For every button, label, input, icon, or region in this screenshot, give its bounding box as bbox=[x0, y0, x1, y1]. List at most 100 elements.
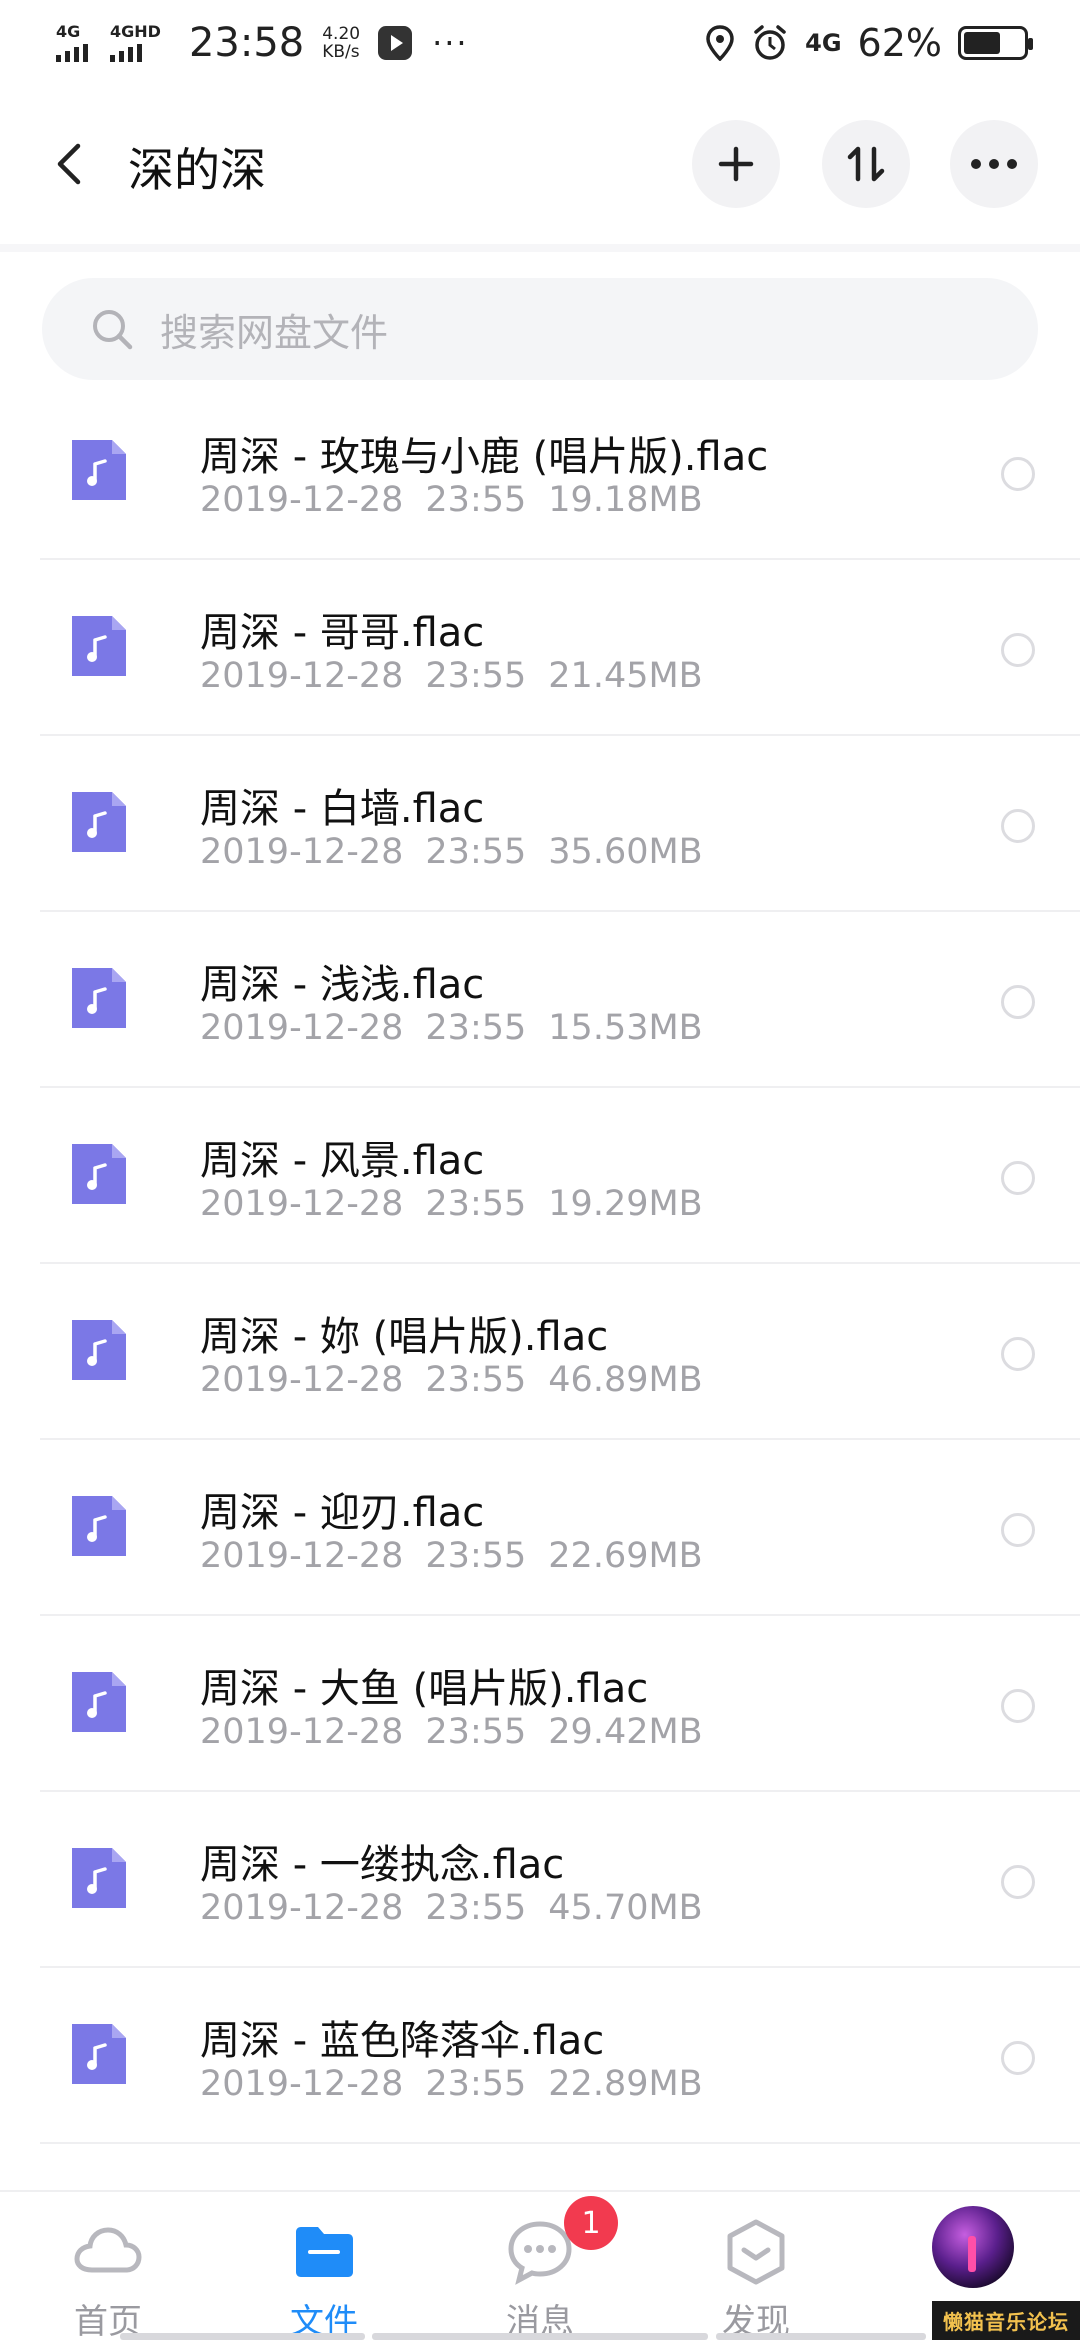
file-size: 19.29MB bbox=[548, 1184, 703, 1224]
select-checkbox[interactable] bbox=[1001, 985, 1035, 1019]
file-name: 周深 - 蓝色降落伞.flac bbox=[200, 2018, 605, 2064]
file-name: 周深 - 妳 (唱片版).flac bbox=[200, 1314, 609, 1360]
sort-button[interactable] bbox=[822, 120, 910, 208]
select-checkbox[interactable] bbox=[1001, 1161, 1035, 1195]
file-name: 周深 - 迎刃.flac bbox=[200, 1490, 485, 1536]
music-file-icon bbox=[72, 1848, 126, 1908]
file-name: 周深 - 风景.flac bbox=[200, 1138, 485, 1184]
file-size: 29.42MB bbox=[548, 1712, 703, 1752]
file-time: 23:55 bbox=[425, 1360, 527, 1400]
watermark: 懒猫音乐论坛 bbox=[932, 2301, 1080, 2340]
header-divider bbox=[0, 244, 1080, 252]
file-meta: 2019-12-28 23:55 35.60MB bbox=[200, 832, 703, 872]
battery-icon bbox=[958, 26, 1033, 60]
list-item[interactable]: 周深 - 蓝色降落伞.flac 2019-12-28 23:55 22.89MB bbox=[0, 1968, 1080, 2144]
select-checkbox[interactable] bbox=[1001, 1513, 1035, 1547]
file-time: 23:55 bbox=[425, 1184, 527, 1224]
tab-files[interactable]: 文件 bbox=[254, 2216, 394, 2340]
file-date: 2019-12-28 bbox=[200, 1712, 404, 1752]
battery-level bbox=[964, 32, 1000, 54]
list-item[interactable]: 周深 - 迎刃.flac 2019-12-28 23:55 22.69MB bbox=[0, 1440, 1080, 1616]
sort-icon bbox=[847, 146, 885, 182]
select-checkbox[interactable] bbox=[1001, 1337, 1035, 1371]
chevron-left-icon[interactable] bbox=[48, 142, 92, 186]
list-item[interactable]: 周深 - 风景.flac 2019-12-28 23:55 19.29MB bbox=[0, 1088, 1080, 1264]
file-date: 2019-12-28 bbox=[200, 2064, 404, 2104]
top-bar: 深的深 bbox=[0, 110, 1080, 220]
network-speed: 4.20 KB/s bbox=[322, 25, 360, 61]
plus-icon bbox=[718, 146, 754, 182]
bottom-nav: 首页 文件 消息 发现 bbox=[0, 2190, 1080, 2340]
select-checkbox[interactable] bbox=[1001, 633, 1035, 667]
search-icon bbox=[93, 310, 133, 350]
music-file-icon bbox=[72, 1672, 126, 1732]
signal-strength-sim1: 4G bbox=[56, 24, 88, 62]
tab-home[interactable]: 首页 bbox=[38, 2216, 178, 2340]
avatar[interactable] bbox=[932, 2206, 1014, 2288]
file-time: 23:55 bbox=[425, 480, 527, 520]
file-date: 2019-12-28 bbox=[200, 480, 404, 520]
list-item[interactable]: 周深 - 一缕执念.flac 2019-12-28 23:55 45.70MB bbox=[0, 1792, 1080, 1968]
file-name: 周深 - 一缕执念.flac bbox=[200, 1842, 565, 1888]
select-checkbox[interactable] bbox=[1001, 1865, 1035, 1899]
file-size: 22.89MB bbox=[548, 2064, 703, 2104]
file-date: 2019-12-28 bbox=[200, 1888, 404, 1928]
file-size: 15.53MB bbox=[548, 1008, 703, 1048]
file-size: 22.69MB bbox=[548, 1536, 703, 1576]
folder-icon bbox=[296, 2227, 353, 2277]
file-meta: 2019-12-28 23:55 19.29MB bbox=[200, 1184, 703, 1224]
file-time: 23:55 bbox=[425, 2064, 527, 2104]
network-speed-value: 4.20 bbox=[322, 24, 361, 44]
media-playing-icon bbox=[378, 26, 413, 60]
list-item[interactable]: 周深 - 浅浅.flac 2019-12-28 23:55 15.53MB bbox=[0, 912, 1080, 1088]
file-meta: 2019-12-28 23:55 29.42MB bbox=[200, 1712, 703, 1752]
page-title: 深的深 bbox=[128, 143, 266, 197]
file-date: 2019-12-28 bbox=[200, 1360, 404, 1400]
clock: 23:58 bbox=[188, 20, 305, 66]
file-meta: 2019-12-28 23:55 15.53MB bbox=[200, 1008, 703, 1048]
music-file-icon bbox=[72, 1320, 126, 1380]
list-item[interactable]: 周深 - 大鱼 (唱片版).flac 2019-12-28 23:55 29.42M… bbox=[0, 1616, 1080, 1792]
more-horizontal-icon bbox=[971, 159, 1017, 169]
file-size: 35.60MB bbox=[548, 832, 703, 872]
select-checkbox[interactable] bbox=[1001, 809, 1035, 843]
list-item[interactable]: 周深 - 白墙.flac 2019-12-28 23:55 35.60MB bbox=[0, 736, 1080, 912]
file-name: 周深 - 白墙.flac bbox=[200, 786, 485, 832]
list-item[interactable]: 周深 - 哥哥.flac 2019-12-28 23:55 21.45MB bbox=[0, 560, 1080, 736]
list-item[interactable]: 周深 - 妳 (唱片版).flac 2019-12-28 23:55 46.89MB bbox=[0, 1264, 1080, 1440]
status-bar: 4G 4GHD 23:58 4.20 KB/s ··· 4G 62% bbox=[0, 0, 1080, 86]
file-size: 46.89MB bbox=[548, 1360, 703, 1400]
select-checkbox[interactable] bbox=[1001, 1689, 1035, 1723]
file-time: 23:55 bbox=[425, 1536, 527, 1576]
file-size: 21.45MB bbox=[548, 656, 703, 696]
more-button[interactable] bbox=[950, 120, 1038, 208]
search-bar[interactable]: 搜索网盘文件 bbox=[42, 278, 1038, 380]
file-time: 23:55 bbox=[425, 656, 527, 696]
more-notifications-icon: ··· bbox=[432, 24, 469, 62]
location-icon bbox=[706, 25, 734, 61]
tab-discover[interactable]: 发现 bbox=[686, 2216, 826, 2340]
gesture-bar bbox=[372, 2333, 708, 2340]
file-time: 23:55 bbox=[425, 832, 527, 872]
file-time: 23:55 bbox=[425, 1712, 527, 1752]
file-name: 周深 - 大鱼 (唱片版).flac bbox=[200, 1666, 649, 1712]
alarm-icon bbox=[754, 25, 786, 60]
file-meta: 2019-12-28 23:55 45.70MB bbox=[200, 1888, 703, 1928]
music-file-icon bbox=[72, 616, 126, 676]
file-size: 45.70MB bbox=[548, 1888, 703, 1928]
search-placeholder: 搜索网盘文件 bbox=[160, 310, 389, 355]
battery-percentage: 62% bbox=[857, 21, 942, 65]
add-button[interactable] bbox=[692, 120, 780, 208]
music-file-icon bbox=[72, 792, 126, 852]
music-file-icon bbox=[72, 440, 126, 500]
file-time: 23:55 bbox=[425, 1888, 527, 1928]
file-time: 23:55 bbox=[425, 1008, 527, 1048]
select-checkbox[interactable] bbox=[1001, 457, 1035, 491]
file-date: 2019-12-28 bbox=[200, 1008, 404, 1048]
list-item[interactable]: 周深 - 玫瑰与小鹿 (唱片版).flac 2019-12-28 23:55 19.… bbox=[0, 384, 1080, 560]
message-count-badge: 1 bbox=[564, 2196, 618, 2250]
select-checkbox[interactable] bbox=[1001, 2041, 1035, 2075]
cloud-icon bbox=[74, 2227, 142, 2273]
file-date: 2019-12-28 bbox=[200, 656, 404, 696]
file-meta: 2019-12-28 23:55 21.45MB bbox=[200, 656, 703, 696]
